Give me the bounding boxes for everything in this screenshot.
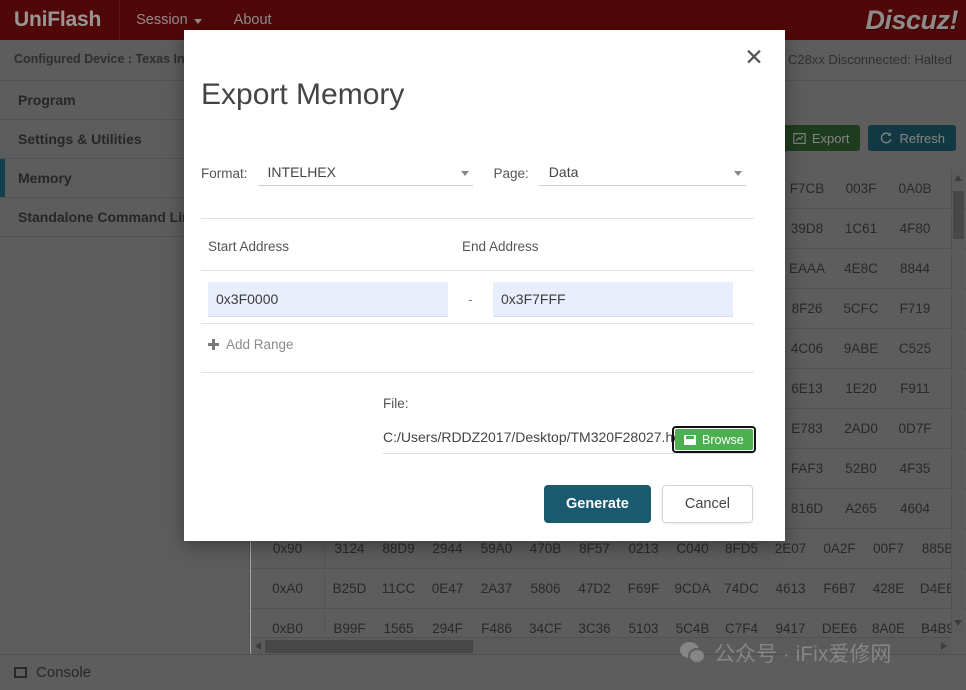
browse-button-focus-ring: Browse [672, 426, 756, 453]
start-address-input[interactable]: 0x3F0000 [208, 282, 448, 317]
end-address-input[interactable]: 0x3F7FFF [493, 282, 733, 317]
file-label: File: [383, 396, 409, 411]
divider-above-add-range [201, 323, 754, 324]
dialog-title: Export Memory [201, 78, 404, 112]
divider-above-addresses [201, 218, 754, 219]
address-range-row: 0x3F0000 - 0x3F7FFF [208, 282, 733, 317]
cancel-button-label: Cancel [685, 496, 730, 512]
generate-button-label: Generate [566, 496, 629, 512]
page-select-value: Data [549, 164, 579, 180]
disk-icon [684, 435, 696, 445]
browse-button[interactable]: Browse [675, 429, 753, 450]
page-select[interactable]: Data [539, 164, 746, 186]
format-select[interactable]: INTELHEX [258, 164, 473, 186]
start-address-header: Start Address [208, 239, 462, 254]
page-label: Page: [494, 166, 529, 186]
export-memory-dialog: ✕ Export Memory Format: INTELHEX Page: D… [184, 30, 785, 541]
browse-button-label: Browse [702, 433, 744, 447]
close-icon[interactable]: ✕ [741, 46, 767, 72]
generate-button[interactable]: Generate [544, 485, 651, 523]
range-separator: - [448, 292, 493, 307]
add-range-label: Add Range [226, 337, 294, 352]
format-select-value: INTELHEX [268, 164, 336, 180]
chevron-down-icon [734, 171, 742, 176]
divider-below-add-range [201, 372, 754, 373]
cancel-button[interactable]: Cancel [662, 485, 753, 523]
chevron-down-icon [461, 171, 469, 176]
divider-below-headers [201, 270, 754, 271]
format-page-row: Format: INTELHEX Page: Data [201, 164, 768, 186]
address-column-headers: Start Address End Address [208, 239, 768, 254]
add-range-button[interactable]: Add Range [208, 337, 294, 352]
dialog-actions: Generate Cancel [544, 485, 753, 523]
plus-icon [208, 339, 219, 350]
format-label: Format: [201, 166, 248, 186]
uniflash-window: UniFlash Session About Discuz! Configure… [0, 0, 966, 690]
end-address-header: End Address [462, 239, 539, 254]
